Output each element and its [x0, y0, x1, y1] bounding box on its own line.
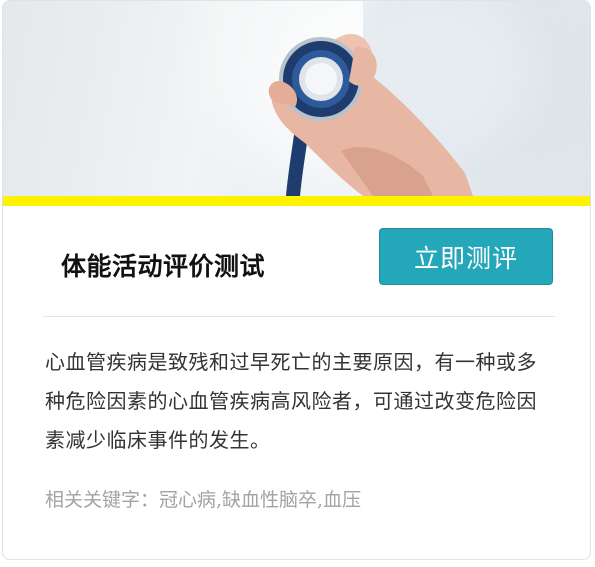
- card-title: 体能活动评价测试: [61, 252, 266, 281]
- stethoscope-icon: [268, 34, 473, 196]
- keywords-line: 相关关键字：冠心病,缺血性脑卒,血压: [45, 485, 565, 512]
- card-description: 心血管疾病是致残和过早死亡的主要原因，有一种或多种危险因素的心血管疾病高风险者，…: [45, 350, 537, 452]
- keywords-list: 冠心病,缺血性脑卒,血压: [159, 489, 362, 511]
- hero-image: [3, 1, 590, 196]
- start-evaluation-button[interactable]: 立即测评: [379, 228, 553, 285]
- divider: [43, 316, 555, 317]
- test-card[interactable]: 体能活动评价测试 立即测评 心血管疾病是致残和过早死亡的主要原因，有一种或多种危…: [2, 0, 591, 560]
- accent-bar: [3, 196, 590, 206]
- keywords-label: 相关关键字：: [45, 489, 160, 511]
